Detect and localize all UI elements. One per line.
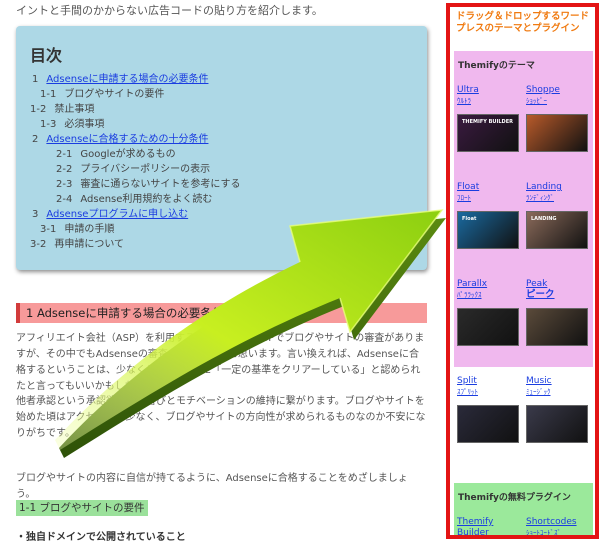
theme-kana-link[interactable]: ﾊﾟﾗﾗｯｸｽ — [457, 290, 523, 300]
toc-item-label: 禁止事項 — [54, 104, 95, 115]
theme-thumbnail[interactable] — [526, 114, 588, 152]
toc-item-label: 再申請について — [54, 239, 125, 250]
toc-item: 1-1 ブログやサイトの要件 — [30, 87, 240, 102]
toc-item-number: 3-1 — [40, 224, 57, 235]
theme-card[interactable]: Landing ﾗﾝﾃﾞｨﾝｸﾞ — [526, 182, 592, 203]
theme-thumbnail[interactable] — [457, 405, 519, 443]
theme-thumbnail[interactable] — [457, 308, 519, 346]
theme-card[interactable]: Music ﾐｭｰｼﾞｯｸ — [526, 376, 592, 397]
toc-item-number: 3-2 — [30, 239, 47, 250]
plugin-link[interactable]: Themify Builder — [457, 517, 523, 535]
toc-item-number: 2-1 — [56, 149, 73, 160]
thumbnail-caption: Float — [462, 216, 477, 222]
themes-title: Themifyのテーマ — [458, 61, 535, 71]
toc-item-number: 3 — [32, 209, 39, 220]
toc-title: 目次 — [30, 46, 63, 65]
theme-kana-link[interactable]: ﾌﾛｰﾄ — [457, 193, 523, 203]
thumbnail-caption: LANDING — [531, 216, 557, 222]
theme-link[interactable]: Landing — [526, 182, 592, 193]
theme-link[interactable]: Shoppe — [526, 85, 592, 96]
plugin-link[interactable]: Shortcodes — [526, 517, 592, 528]
article-main: イントと手間のかからない広告コードの貼り方を紹介します。 目次 1 Adsense… — [0, 0, 440, 543]
theme-card[interactable]: Ultra ｳﾙﾄﾗ — [457, 85, 523, 106]
toc-item-label: 審査に通らないサイトを参考にする — [80, 179, 241, 190]
toc-link[interactable]: Adsenseに申請する場合の必要条件 — [46, 74, 208, 85]
toc-item: 3-1 申請の手順 — [30, 222, 240, 237]
toc-item[interactable]: 3 Adsenseプログラムに申し込む — [30, 207, 240, 222]
toc-item-number: 1-1 — [40, 89, 57, 100]
themes-panel: Themifyのテーマ Ultra ｳﾙﾄﾗ THEMIFY BUILDER Shop… — [454, 51, 593, 443]
theme-kana-link[interactable]: ﾐｭｰｼﾞｯｸ — [526, 387, 592, 397]
plugin-card[interactable]: Shortcodes ｼｮｰﾄｺｰﾄﾞｽﾞ — [526, 517, 592, 535]
intro-text: イントと手間のかからない広告コードの貼り方を紹介します。 — [16, 4, 323, 17]
toc-item: 1-3 必須事項 — [30, 117, 240, 132]
theme-card[interactable]: Peak ピーク — [526, 279, 592, 300]
toc-item-number: 2 — [32, 134, 39, 145]
paragraph: ブログやサイトの内容に自信が持てるように、Adsenseに合格することをめざしま… — [16, 473, 408, 500]
toc-item-number: 1-2 — [30, 104, 47, 115]
toc-link[interactable]: Adsenseに合格するための十分条件 — [46, 134, 208, 145]
theme-card[interactable]: Split ｽﾌﾟﾘｯﾄ — [457, 376, 523, 397]
subsection-heading: 1-1 ブログやサイトの要件 — [16, 500, 148, 516]
theme-thumbnail[interactable] — [526, 405, 588, 443]
toc-item: 2-3 審査に通らないサイトを参考にする — [30, 177, 240, 192]
theme-card[interactable]: Parallx ﾊﾟﾗﾗｯｸｽ — [457, 279, 523, 300]
theme-kana-link[interactable]: ｳﾙﾄﾗ — [457, 96, 523, 106]
theme-card[interactable]: Float ﾌﾛｰﾄ — [457, 182, 523, 203]
toc-item-number: 1 — [32, 74, 39, 85]
theme-thumbnail[interactable]: LANDING — [526, 211, 588, 249]
toc-item[interactable]: 2 Adsenseに合格するための十分条件 — [30, 132, 240, 147]
toc-link[interactable]: Adsenseプログラムに申し込む — [46, 209, 188, 220]
bullet-item: ・独自ドメインで公開されていること — [16, 532, 186, 543]
toc-item: 3-2 再申請について — [30, 237, 240, 252]
plugins-title: Themifyの無料プラグイン — [458, 493, 571, 503]
toc-item: 1-2 禁止事項 — [30, 102, 240, 117]
toc-item-number: 2-4 — [56, 194, 73, 205]
toc-item-number: 2-3 — [56, 179, 73, 190]
theme-thumbnail[interactable] — [526, 308, 588, 346]
plugin-kana-link[interactable]: ｼｮｰﾄｺｰﾄﾞｽﾞ — [526, 528, 592, 535]
toc-item-label: プライバシーポリシーの表示 — [80, 164, 211, 175]
theme-thumbnail[interactable]: THEMIFY BUILDER — [457, 114, 519, 152]
theme-link[interactable]: Parallx — [457, 279, 523, 290]
theme-kana-link[interactable]: ｽﾌﾟﾘｯﾄ — [457, 387, 523, 397]
toc-list: 1 Adsenseに申請する場合の必要条件 1-1 ブログやサイトの要件 1-2 禁止事項… — [30, 72, 240, 252]
toc-item-number: 2-2 — [56, 164, 73, 175]
theme-link[interactable]: Music — [526, 376, 592, 387]
thumbnail-caption: THEMIFY BUILDER — [462, 119, 513, 125]
toc-item-label: 必須事項 — [64, 119, 105, 130]
theme-card[interactable]: Shoppe ｼｮｯﾋﾟｰ — [526, 85, 592, 106]
toc-item-label: Googleが求めるもの — [80, 149, 176, 160]
theme-link[interactable]: Split — [457, 376, 523, 387]
toc-item[interactable]: 1 Adsenseに申請する場合の必要条件 — [30, 72, 240, 87]
toc-item: 2-1 Googleが求めるもの — [30, 147, 240, 162]
paragraph: アフィリエイト会社（ASP）を利用する場合、多くのASPでブログやサイトの審査が… — [16, 333, 425, 392]
sidebar-title: ドラッグ＆ドロップするワードプレスのテーマとプラグイン — [456, 11, 590, 34]
toc-item: 2-2 プライバシーポリシーの表示 — [30, 162, 240, 177]
plugins-panel: Themifyの無料プラグイン Themify Builderﾃｰﾏﾌｧｲﾋﾞﾙ… — [454, 483, 593, 535]
theme-link[interactable]: Float — [457, 182, 523, 193]
toc-item: 2-4 Adsense利用規約をよく読む — [30, 192, 240, 207]
theme-kana-link[interactable]: ﾗﾝﾃﾞｨﾝｸﾞ — [526, 193, 592, 203]
theme-kana-link[interactable]: ピーク — [526, 290, 592, 300]
theme-kana-link[interactable]: ｼｮｯﾋﾟｰ — [526, 96, 592, 106]
theme-link[interactable]: Ultra — [457, 85, 523, 96]
toc-item-label: Adsense利用規約をよく読む — [80, 194, 213, 205]
toc-item-number: 1-3 — [40, 119, 57, 130]
toc-item-label: ブログやサイトの要件 — [64, 89, 165, 100]
theme-thumbnail[interactable]: Float — [457, 211, 519, 249]
sidebar-widget: ドラッグ＆ドロップするワードプレスのテーマとプラグイン Themifyのテーマ … — [446, 3, 599, 539]
table-of-contents: 目次 1 Adsenseに申請する場合の必要条件 1-1 ブログやサイトの要件 1-2 禁… — [16, 26, 427, 270]
paragraph: 他者承認という承認欲求は、喜びとモチベーションの維持に繋がります。ブログやサイト… — [16, 396, 426, 439]
toc-item-label: 申請の手順 — [64, 224, 115, 235]
plugin-card[interactable]: Themify Builderﾃｰﾏﾌｧｲﾋﾞﾙﾀﾞｰ — [457, 517, 523, 535]
section-heading: 1 Adsenseに申請する場合の必要条件 — [16, 303, 427, 323]
